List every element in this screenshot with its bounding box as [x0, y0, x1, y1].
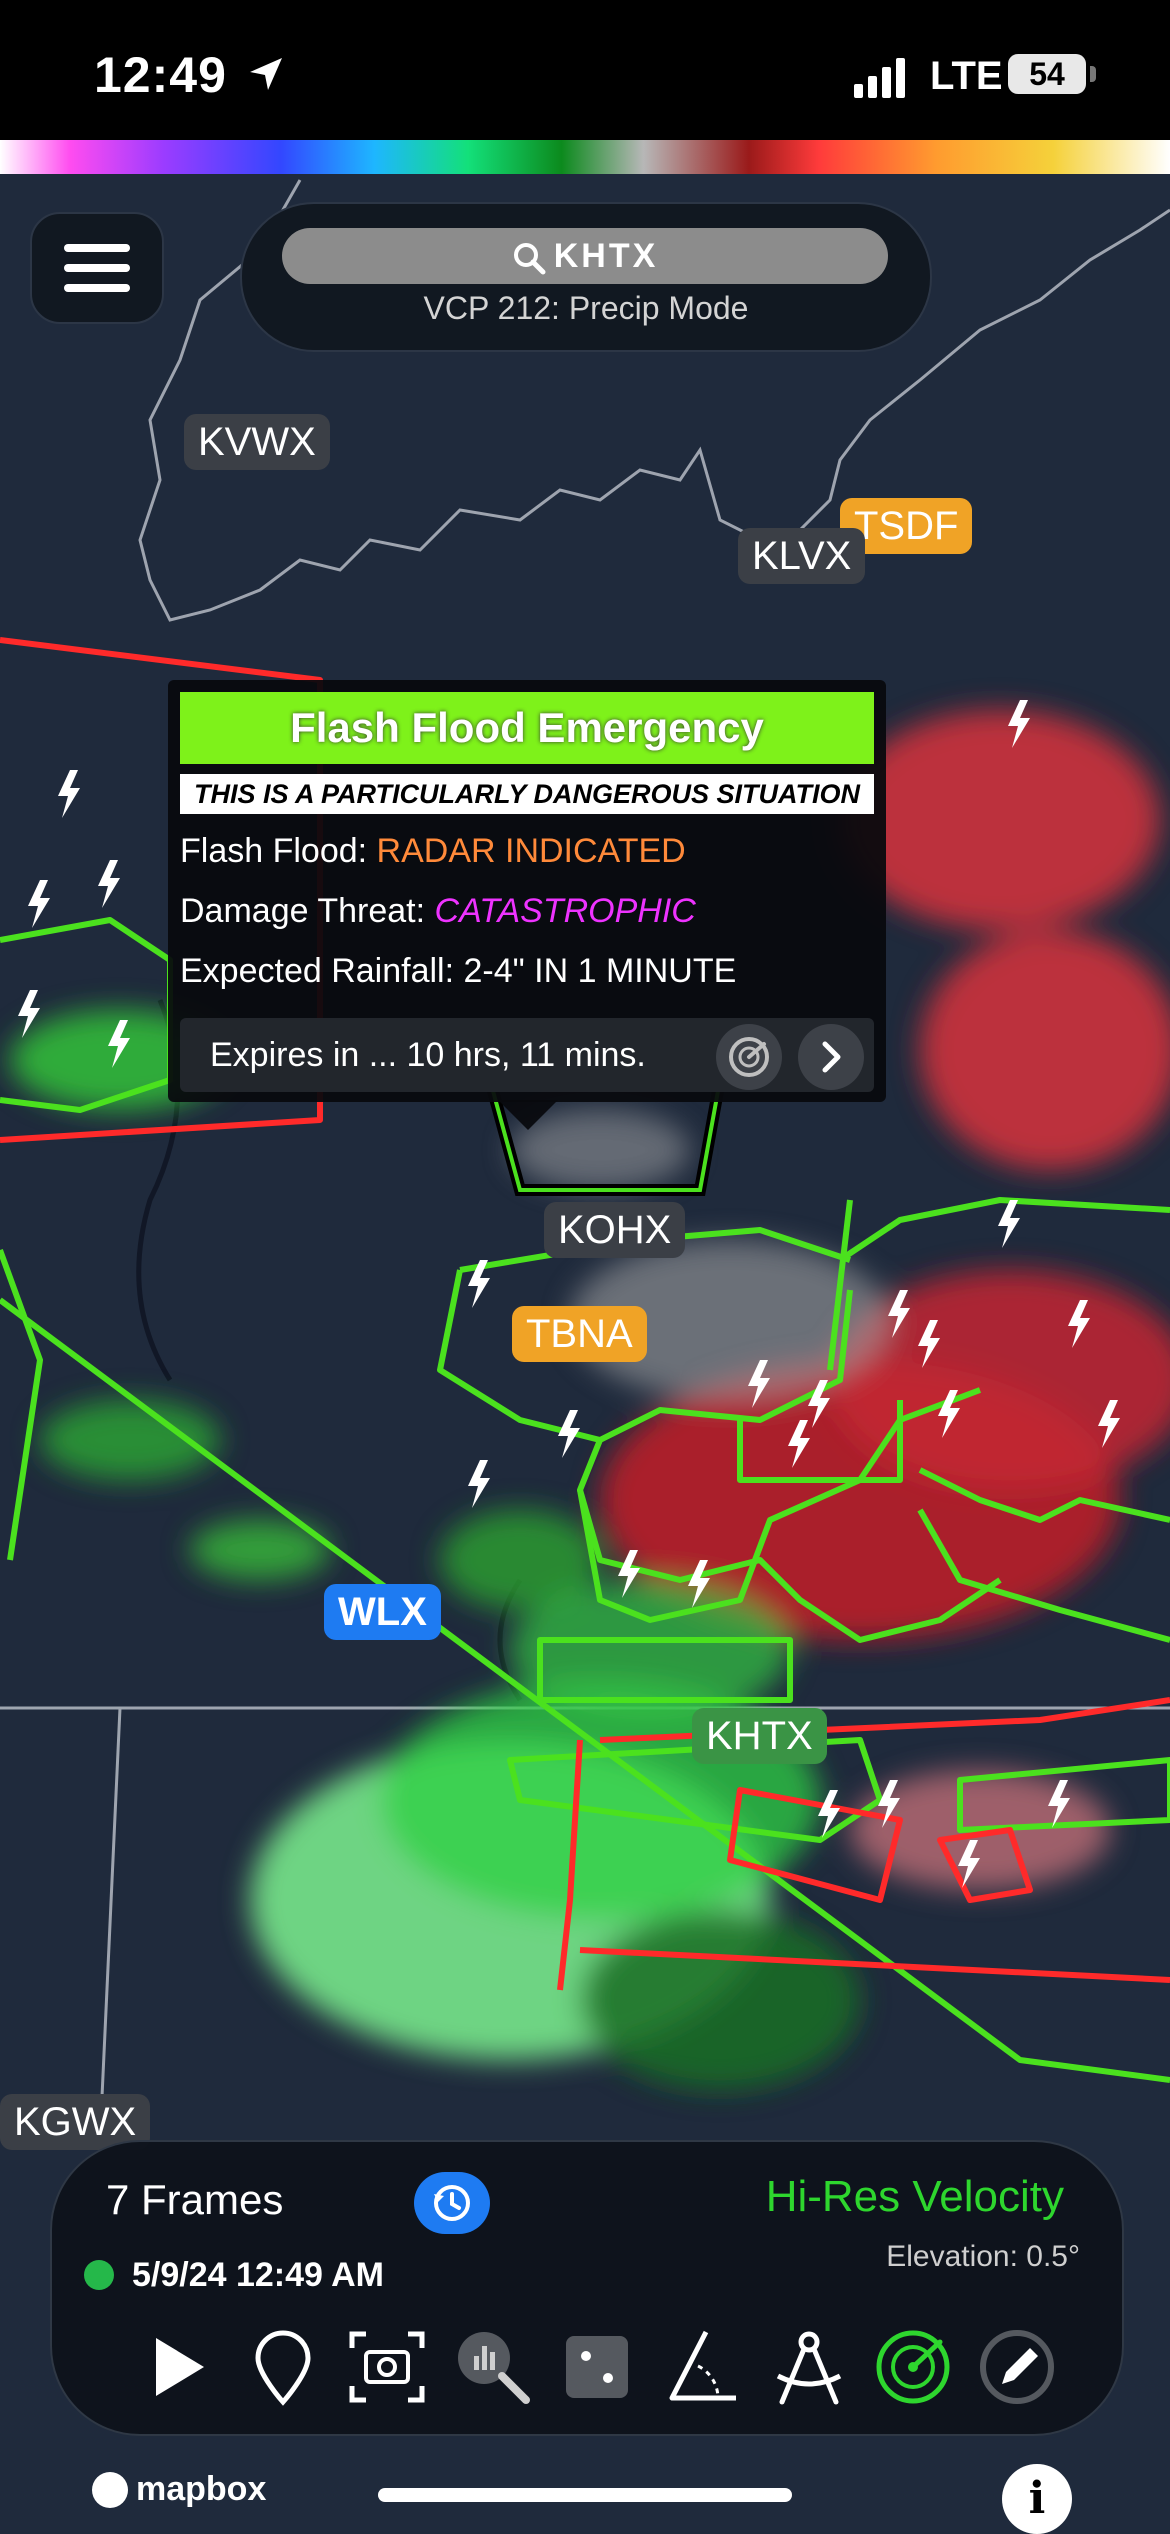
radar-icon: [876, 2330, 950, 2404]
flash-flood-line: Flash Flood: RADAR INDICATED: [180, 832, 686, 871]
chevron-right-icon: [822, 1041, 841, 1073]
live-status-dot: [84, 2260, 114, 2290]
location-arrow-icon: [250, 58, 282, 90]
alert-pds-banner: THIS IS A PARTICULARLY DANGEROUS SITUATI…: [180, 774, 874, 814]
alert-title: Flash Flood Emergency: [180, 692, 874, 764]
play-icon: [156, 2338, 204, 2396]
home-indicator[interactable]: [378, 2488, 792, 2502]
search-value: KHTX: [553, 237, 659, 275]
radar-icon: [729, 1037, 769, 1077]
menu-line-icon: [64, 244, 130, 252]
damage-threat-value: CATASTROPHIC: [434, 892, 696, 930]
inspect-button[interactable]: [448, 2322, 538, 2412]
alert-radar-button[interactable]: [716, 1024, 782, 1090]
battery-level: 54: [1008, 54, 1086, 94]
damage-threat-line: Damage Threat: CATASTROPHIC: [180, 892, 696, 931]
history-button[interactable]: [414, 2172, 490, 2234]
location-label[interactable]: WLX: [324, 1584, 441, 1640]
alert-details-button[interactable]: [798, 1024, 864, 1090]
flash-flood-value: RADAR INDICATED: [376, 832, 686, 870]
radar-product-label[interactable]: Hi-Res Velocity: [766, 2172, 1064, 2222]
screenshot-camera-icon: [349, 2331, 425, 2403]
menu-line-icon: [64, 284, 130, 292]
alert-expires-text: Expires in ... 10 hrs, 11 mins.: [210, 1036, 646, 1074]
angle-measure-icon: [669, 2330, 736, 2401]
random-button[interactable]: [552, 2322, 642, 2412]
info-button[interactable]: i: [1002, 2464, 1072, 2534]
tdwr-site-label[interactable]: TBNA: [512, 1306, 647, 1362]
network-type: LTE: [930, 54, 1003, 98]
radar-site-label[interactable]: KOHX: [544, 1202, 686, 1258]
frame-count[interactable]: 7 Frames: [106, 2176, 283, 2224]
hamburger-menu-button[interactable]: [30, 212, 164, 324]
play-button[interactable]: [132, 2322, 222, 2412]
inspect-magnifier-icon: [458, 2332, 530, 2404]
location-pin-icon: [255, 2330, 311, 2406]
flash-flood-label: Flash Flood:: [180, 832, 377, 870]
expected-rainfall: Expected Rainfall: 2-4" IN 1 MINUTE: [180, 952, 737, 990]
menu-line-icon: [64, 264, 130, 272]
scan-mode-label: VCP 212: Precip Mode: [423, 290, 749, 326]
radar-site-search-input[interactable]: KHTX: [282, 228, 888, 284]
radar-site-label[interactable]: KVWX: [184, 414, 330, 470]
playback-panel: 7 Frames Hi-Res Velocity Elevation: 0.5°…: [50, 2140, 1124, 2436]
draw-pencil-icon: [980, 2330, 1054, 2404]
status-bar: 12:49 LTE 54: [0, 0, 1170, 140]
frame-timestamp: 5/9/24 12:49 AM: [132, 2256, 384, 2294]
alert-popup[interactable]: Flash Flood Emergency THIS IS A PARTICUL…: [168, 680, 886, 1102]
radar-mode-button[interactable]: [868, 2322, 958, 2412]
cellular-signal-icon: [854, 58, 905, 98]
history-clock-icon: [434, 2185, 470, 2221]
alert-pointer: [498, 1100, 558, 1130]
measure-tool-button[interactable]: [764, 2322, 854, 2412]
toolbar: [92, 2322, 1092, 2422]
dice-icon: [566, 2336, 628, 2398]
location-button[interactable]: [238, 2322, 328, 2412]
search-icon: [513, 243, 546, 275]
angle-tool-button[interactable]: [658, 2322, 748, 2412]
status-time: 12:49: [94, 47, 227, 103]
selected-radar-site-label[interactable]: KHTX: [692, 1708, 827, 1764]
radar-site-search-panel: KHTX VCP 212: Precip Mode: [240, 202, 932, 352]
mapbox-logo-icon: [92, 2472, 128, 2508]
mapbox-logo: mapbox: [136, 2470, 267, 2508]
alert-expiration-bar: Expires in ... 10 hrs, 11 mins.: [180, 1018, 874, 1092]
elevation-label[interactable]: Elevation: 0.5°: [886, 2240, 1080, 2274]
battery-cap: [1090, 66, 1096, 82]
radar-color-scale: [0, 140, 1170, 174]
screenshot-button[interactable]: [342, 2322, 432, 2412]
radar-site-label[interactable]: KLVX: [738, 528, 866, 584]
draw-button[interactable]: [972, 2322, 1062, 2412]
compass-tool-icon: [776, 2331, 842, 2405]
damage-threat-label: Damage Threat:: [180, 892, 435, 930]
